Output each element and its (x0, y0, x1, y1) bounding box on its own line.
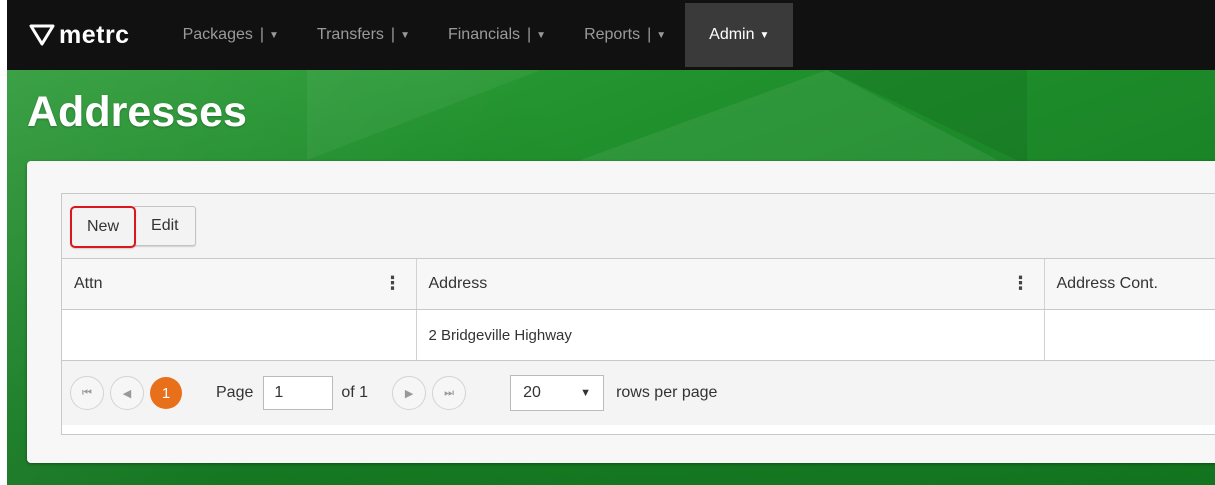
content-panel: New Edit Attn ⋮ Address ⋮ Address Cont. … (27, 161, 1215, 463)
grid-toolbar: New Edit (62, 194, 1215, 259)
nav-label: Admin (709, 26, 755, 43)
nav-separator: | (259, 26, 265, 43)
app-frame: metrc Packages | ▼ Transfers | ▼ Financi… (7, 0, 1215, 485)
page-count-label: of 1 (341, 384, 369, 401)
background-facet (307, 60, 567, 160)
rows-per-page-select[interactable]: 20 ▼ (510, 375, 605, 411)
toolbar-button-group: New Edit (70, 206, 196, 248)
rows-per-page-value: 20 (523, 384, 541, 401)
cell-address-cont (1044, 309, 1215, 361)
page-label: Page (216, 384, 254, 401)
nav-financials[interactable]: Financials | ▼ (429, 0, 565, 70)
chevron-down-icon[interactable]: ▼ (656, 30, 666, 41)
nav-admin[interactable]: Admin ▼ (685, 3, 794, 67)
top-navbar: metrc Packages | ▼ Transfers | ▼ Financi… (7, 0, 1215, 70)
metrc-logo[interactable]: metrc (29, 21, 130, 50)
nav-transfers[interactable]: Transfers | ▼ (298, 0, 429, 70)
column-header-attn[interactable]: Attn ⋮ (62, 259, 417, 310)
column-header-label: Address (428, 275, 488, 292)
first-page-icon[interactable]: ⏮ (70, 376, 104, 410)
table-row[interactable]: 2 Bridgeville Highway (62, 309, 1215, 361)
edit-button[interactable]: Edit (134, 206, 196, 246)
nav-separator: | (527, 26, 532, 43)
column-menu-icon[interactable]: ⋮ (384, 274, 402, 292)
nav-packages[interactable]: Packages | ▼ (164, 0, 298, 70)
nav-reports[interactable]: Reports | ▼ (565, 0, 685, 70)
chevron-down-icon: ▼ (580, 387, 592, 399)
grid-pager: ⏮ ◀ 1 Page of 1 ▶ ⏭ 20 ▼ rows per page (62, 361, 1215, 425)
metrc-triangle-icon (29, 24, 55, 46)
column-header-address-cont[interactable]: Address Cont. (1044, 259, 1215, 310)
nav-label: Reports (584, 26, 641, 43)
nav-label: Packages (182, 26, 253, 43)
column-menu-icon[interactable]: ⋮ (1012, 274, 1030, 292)
nav-separator: | (390, 26, 396, 43)
cell-attn (62, 309, 417, 361)
chevron-down-icon[interactable]: ▼ (269, 30, 279, 41)
last-page-icon[interactable]: ⏭ (432, 376, 467, 410)
logo-text: metrc (59, 20, 130, 49)
cell-address: 2 Bridgeville Highway (416, 309, 1045, 361)
column-header-label: Attn (74, 275, 103, 292)
nav-separator: | (647, 26, 652, 43)
rows-per-page-label: rows per page (616, 384, 718, 401)
addresses-grid: New Edit Attn ⋮ Address ⋮ Address Cont. … (61, 193, 1215, 435)
prev-page-icon[interactable]: ◀ (110, 376, 144, 410)
header-row: Attn ⋮ Address ⋮ Address Cont. (62, 259, 1215, 310)
new-button[interactable]: New (70, 206, 137, 248)
column-header-address[interactable]: Address ⋮ (416, 259, 1045, 310)
background-facet (827, 70, 1027, 165)
next-page-icon[interactable]: ▶ (392, 376, 427, 410)
grid-table: Attn ⋮ Address ⋮ Address Cont. 2 Bridgev… (62, 259, 1215, 361)
chevron-down-icon: ▼ (759, 29, 770, 41)
chevron-down-icon[interactable]: ▼ (400, 30, 410, 41)
current-page-badge[interactable]: 1 (150, 377, 182, 409)
nav-label: Transfers (316, 26, 384, 43)
page-title: Addresses (27, 88, 247, 136)
chevron-down-icon[interactable]: ▼ (536, 30, 546, 41)
page-number-input[interactable] (263, 376, 334, 410)
nav-label: Financials (447, 26, 520, 43)
column-header-label: Address Cont. (1056, 275, 1158, 292)
